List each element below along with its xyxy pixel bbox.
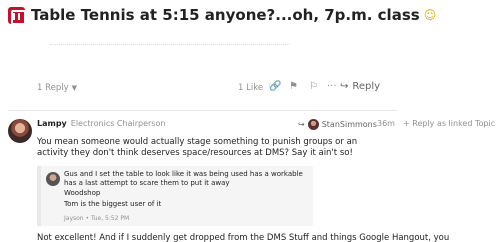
topic-header: Table Tennis at 5:15 anyone?...oh, 7p.m.… (8, 5, 500, 25)
link-icon[interactable]: 🔗 (269, 81, 281, 92)
quote-text: Gus and I set the table to look like it … (64, 170, 303, 187)
topic-actions-bar: 1 Reply ▼ 1 Like ♡ 🔗 ⚑ ⚐ ··· ↪ Reply (37, 80, 397, 98)
smile-emoji-icon: ☺ (423, 8, 437, 22)
topic-title[interactable]: Table Tennis at 5:15 anyone?...oh, 7p.m.… (31, 6, 420, 24)
post-user-title: Electronics Chairperson (70, 119, 166, 128)
reply-as-linked-topic-button[interactable]: + Reply as linked Topic (403, 119, 495, 128)
flag-icon[interactable]: ⚐ (309, 81, 318, 92)
post-header: Lampy Electronics Chairperson ↪ StanSimmo… (37, 119, 397, 131)
reply-to-avatar (307, 119, 319, 130)
likes-count: 1 Like (238, 83, 264, 93)
reply-button[interactable]: ↪ Reply (340, 81, 380, 92)
reply-to-tab[interactable]: ↪ StanSimmons (298, 119, 377, 130)
reply-to-username: StanSimmons (321, 120, 377, 129)
reply-label: Reply (352, 81, 381, 92)
bookmark-icon[interactable]: ⚑ (289, 81, 298, 92)
site-logo[interactable] (8, 6, 26, 25)
post-date[interactable]: 36m (377, 119, 395, 128)
avatar[interactable] (8, 119, 32, 143)
reply-arrow-icon: ↪ (298, 120, 305, 129)
post-body: You mean someone would actually stage so… (37, 137, 358, 158)
post-username[interactable]: Lampy (37, 119, 67, 128)
quote-line: Woodshop (64, 189, 101, 197)
loading-divider (50, 44, 290, 46)
quote-meta: Jayson • Tue, 5:52 PM (64, 215, 130, 222)
quote-block: Gus and I set the table to look like it … (37, 166, 313, 226)
reply-arrow-icon: ↪ (340, 81, 349, 92)
post-body-continued: Not excellent! And if I suddenly get dro… (37, 233, 450, 242)
post-divider (8, 110, 398, 111)
more-icon[interactable]: ··· (327, 81, 337, 92)
quote-line: Tom is the biggest user of it (64, 200, 162, 208)
chevron-down-icon: ▼ (71, 84, 78, 92)
replies-toggle[interactable]: 1 Reply ▼ (37, 83, 77, 93)
replies-count: 1 Reply (37, 83, 69, 93)
quote-avatar (46, 172, 60, 186)
